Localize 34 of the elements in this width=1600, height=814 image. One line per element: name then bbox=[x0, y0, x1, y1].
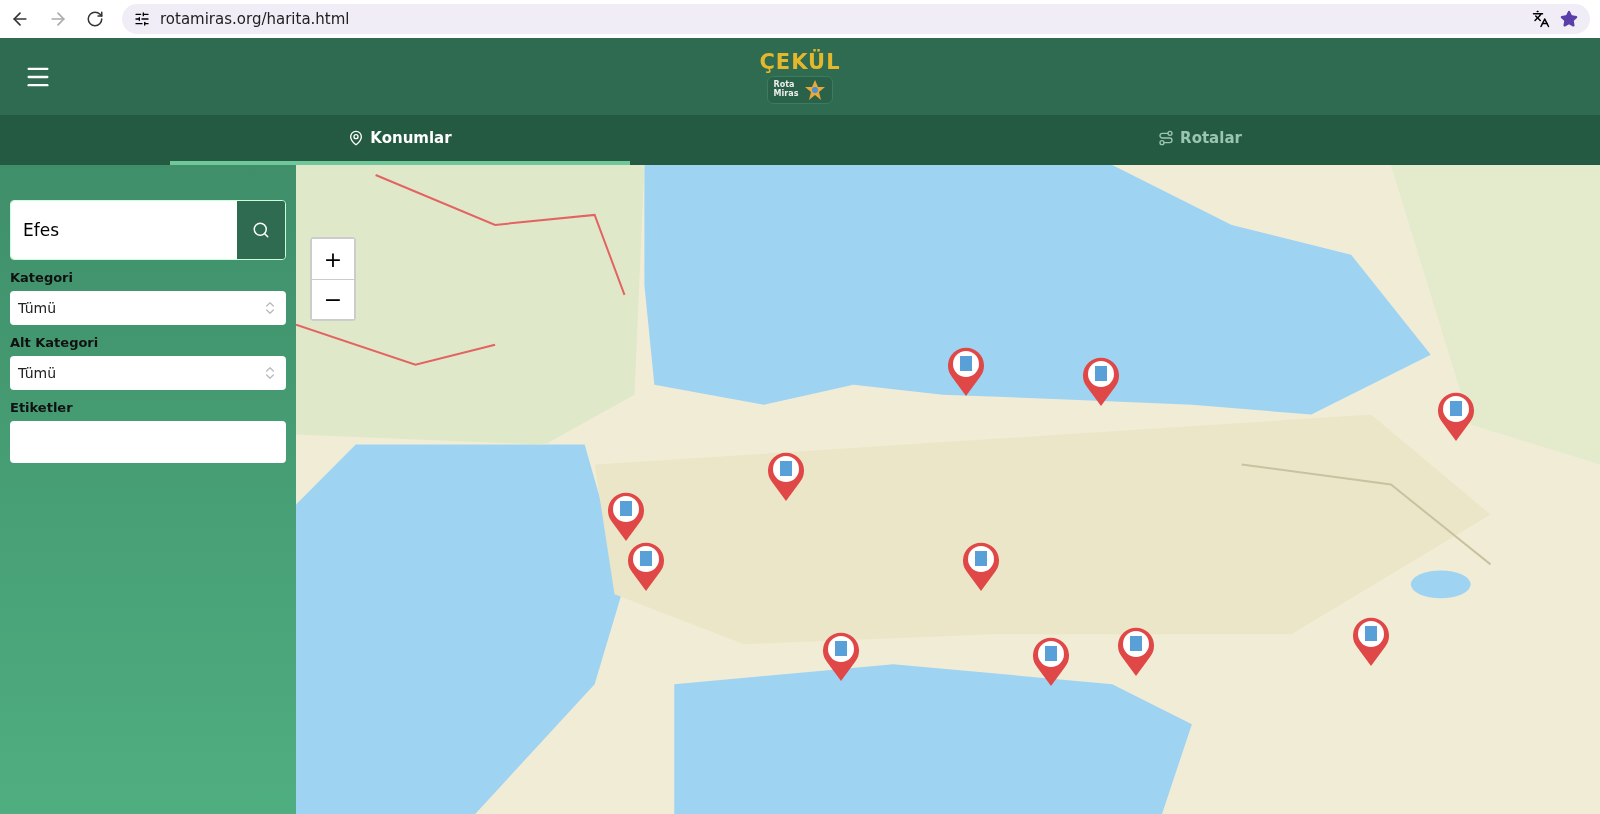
reload-icon[interactable] bbox=[86, 10, 104, 28]
star-logo-icon bbox=[804, 78, 827, 101]
field-label: Kategori bbox=[10, 270, 74, 285]
site-settings-icon[interactable] bbox=[134, 11, 150, 27]
map-marker-icon[interactable] bbox=[1081, 355, 1121, 407]
map-marker-icon[interactable] bbox=[1116, 625, 1156, 677]
map-marker-icon[interactable] bbox=[821, 630, 861, 682]
field-label: Etiketler bbox=[10, 400, 74, 415]
tab[interactable]: Rotalar bbox=[970, 115, 1430, 165]
logo-word: Miras bbox=[773, 89, 799, 99]
map-marker-icon[interactable] bbox=[1031, 635, 1071, 687]
logo-word: Rota bbox=[773, 80, 796, 89]
route-icon bbox=[1158, 130, 1175, 146]
logo-title: ÇEKÜL bbox=[759, 49, 841, 74]
map-marker-icon[interactable] bbox=[626, 540, 666, 592]
select-field[interactable]: Tümü bbox=[10, 356, 286, 390]
map-marker-icon[interactable] bbox=[946, 345, 986, 397]
select-field[interactable]: Tümü bbox=[10, 291, 286, 325]
star-icon[interactable] bbox=[1560, 10, 1578, 28]
map-marker-icon[interactable] bbox=[606, 490, 646, 542]
zoom-out-button[interactable]: − bbox=[312, 279, 354, 319]
map-marker-icon[interactable] bbox=[1436, 390, 1476, 442]
url-text: rotamiras.org/harita.html bbox=[160, 10, 350, 28]
translate-icon[interactable] bbox=[1532, 10, 1550, 28]
input-field[interactable] bbox=[10, 421, 286, 463]
map-marker-icon[interactable] bbox=[1351, 615, 1391, 667]
search-field[interactable]: Efes bbox=[10, 200, 286, 260]
map-pin-icon bbox=[348, 130, 365, 146]
field-label: Alt Kategori bbox=[10, 335, 100, 350]
search-icon bbox=[252, 221, 270, 239]
search-button[interactable] bbox=[237, 201, 285, 259]
map-marker-icon[interactable] bbox=[766, 450, 806, 502]
address-bar[interactable]: rotamiras.org/harita.html bbox=[122, 4, 1590, 34]
map-marker-icon[interactable] bbox=[961, 540, 1001, 592]
